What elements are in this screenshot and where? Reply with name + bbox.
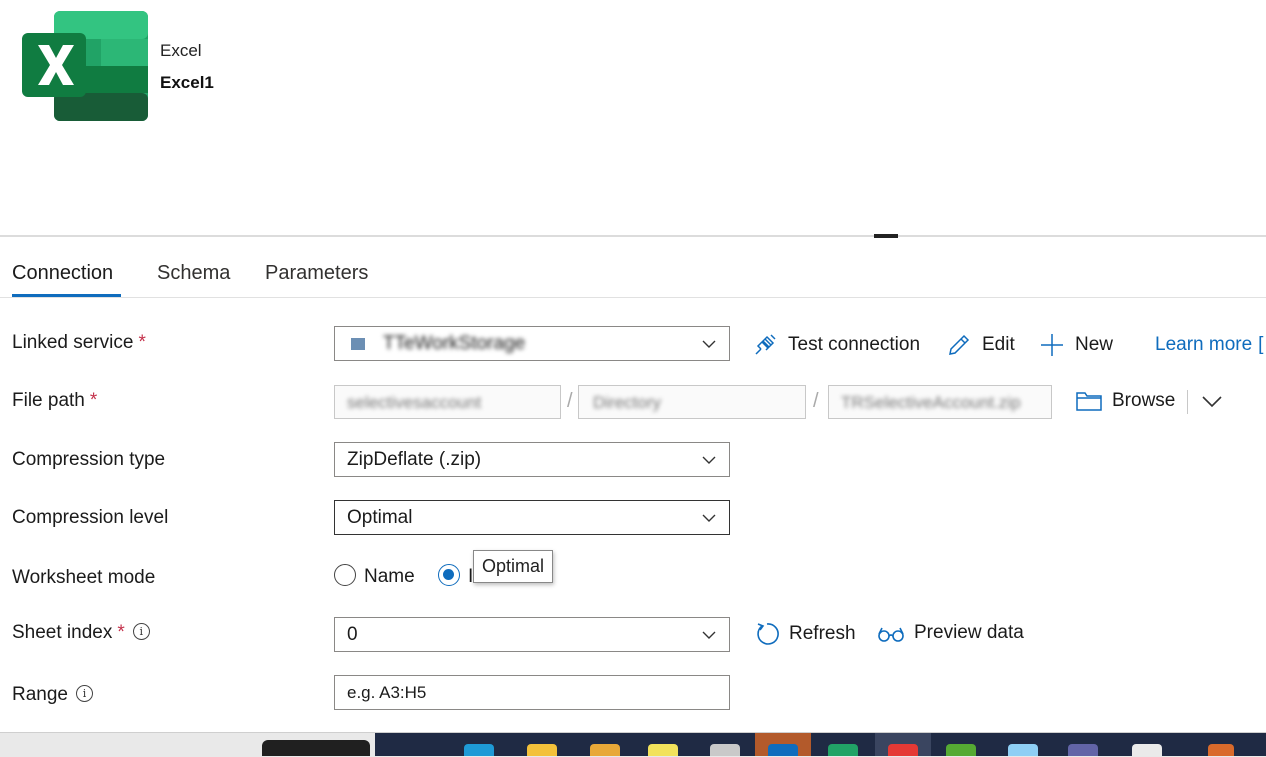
radio-index[interactable] [438,564,460,586]
linked-service-dropdown[interactable]: TTeWorkStorage [334,326,730,361]
container-input[interactable]: selectivesaccount [334,385,561,419]
plug-icon [755,334,776,355]
preview-data-button[interactable]: Preview data [878,622,1024,644]
notepad-icon[interactable] [710,744,740,756]
file-path-label: File path * [12,390,97,412]
range-placeholder: e.g. A3:H5 [347,683,427,702]
compression-type-label: Compression type [12,449,166,470]
app-icon[interactable] [1132,744,1162,756]
refresh-icon [757,623,779,645]
browse-button[interactable]: Browse [1076,390,1175,412]
range-label: Range i [12,684,93,706]
compression-level-dropdown[interactable]: Optimal [334,500,730,535]
new-button[interactable]: New [1039,332,1113,358]
chevron-down-icon [702,631,716,639]
compression-level-label: Compression level [12,507,169,528]
learn-more-label: Learn more [1155,334,1253,355]
edit-button[interactable]: Edit [946,332,1015,358]
taskbar-app[interactable] [262,740,370,756]
outlook-icon[interactable] [768,744,798,756]
linked-service-label: Linked service * [12,332,146,354]
divider [1187,390,1188,414]
app-icon[interactable] [1208,744,1234,756]
browse-label: Browse [1112,390,1176,411]
new-label: New [1075,334,1114,355]
excel-icon [22,11,148,121]
linked-service-label-text: Linked service [12,332,134,353]
required-mark: * [89,390,98,411]
required-mark: * [117,622,125,643]
folder-icon[interactable] [527,744,557,756]
app-icon[interactable] [590,744,620,756]
cloud-icon[interactable] [1008,744,1038,756]
preview-data-label: Preview data [914,622,1024,643]
dataset-name: Excel1 [160,73,214,92]
plus-icon [1041,334,1063,356]
file-input[interactable]: TRSelectiveAccount.zip [828,385,1052,419]
file-path-label-text: File path [12,390,85,411]
glasses-icon [878,627,904,642]
external-link-icon: [ [1258,334,1264,355]
path-separator: / [567,390,573,412]
chrome-icon[interactable] [888,744,918,756]
active-tab-indicator [12,294,121,297]
test-connection-button[interactable]: Test connection [752,332,920,358]
test-connection-label: Test connection [788,334,921,355]
sheet-index-value: 0 [347,624,358,645]
refresh-button[interactable]: Refresh [755,622,856,646]
sheet-index-label-text: Sheet index [12,622,113,643]
learn-more-link[interactable]: Learn more[ [1155,334,1263,356]
storage-icon [351,338,365,350]
pencil-icon [949,334,970,355]
container-value: selectivesaccount [347,393,482,412]
folder-icon [1076,392,1102,411]
radio-name[interactable] [334,564,356,586]
chevron-down-icon[interactable] [1201,394,1223,410]
chevron-down-icon [702,456,716,464]
tab-connection[interactable]: Connection [12,262,113,285]
panel-divider [0,235,1266,237]
tabs-divider [0,297,1266,298]
sheet-index-dropdown[interactable]: 0 [334,617,730,652]
app-icon[interactable] [946,744,976,756]
range-input[interactable]: e.g. A3:H5 [334,675,730,710]
directory-value: Directory [593,393,662,412]
linked-service-value: TTeWorkStorage [383,333,526,354]
panel-resize-handle[interactable] [874,234,898,238]
refresh-label: Refresh [789,623,856,644]
directory-input[interactable]: Directory [578,385,806,419]
file-value: TRSelectiveAccount.zip [841,393,1021,412]
chevron-down-icon [702,340,716,348]
required-mark: * [138,332,146,353]
edge-icon[interactable] [464,744,494,756]
info-icon[interactable]: i [132,623,150,640]
info-icon[interactable]: i [76,685,93,702]
range-label-text: Range [12,684,68,705]
worksheet-mode-label: Worksheet mode [12,567,156,588]
excel-icon[interactable] [828,744,858,756]
compression-type-dropdown[interactable]: ZipDeflate (.zip) [334,442,730,477]
tab-parameters[interactable]: Parameters [265,262,368,285]
tab-schema[interactable]: Schema [157,262,230,285]
chevron-down-icon [702,514,716,522]
compression-level-value: Optimal [347,507,413,528]
radio-name-label: Name [364,566,415,587]
teams-icon[interactable] [1068,744,1098,756]
dataset-type: Excel [160,41,202,60]
tooltip: Optimal [473,550,553,583]
path-separator: / [813,390,819,412]
sheet-index-label: Sheet index * i [12,622,150,644]
edit-label: Edit [982,334,1015,355]
app-icon[interactable] [648,744,678,756]
compression-type-value: ZipDeflate (.zip) [347,449,482,470]
